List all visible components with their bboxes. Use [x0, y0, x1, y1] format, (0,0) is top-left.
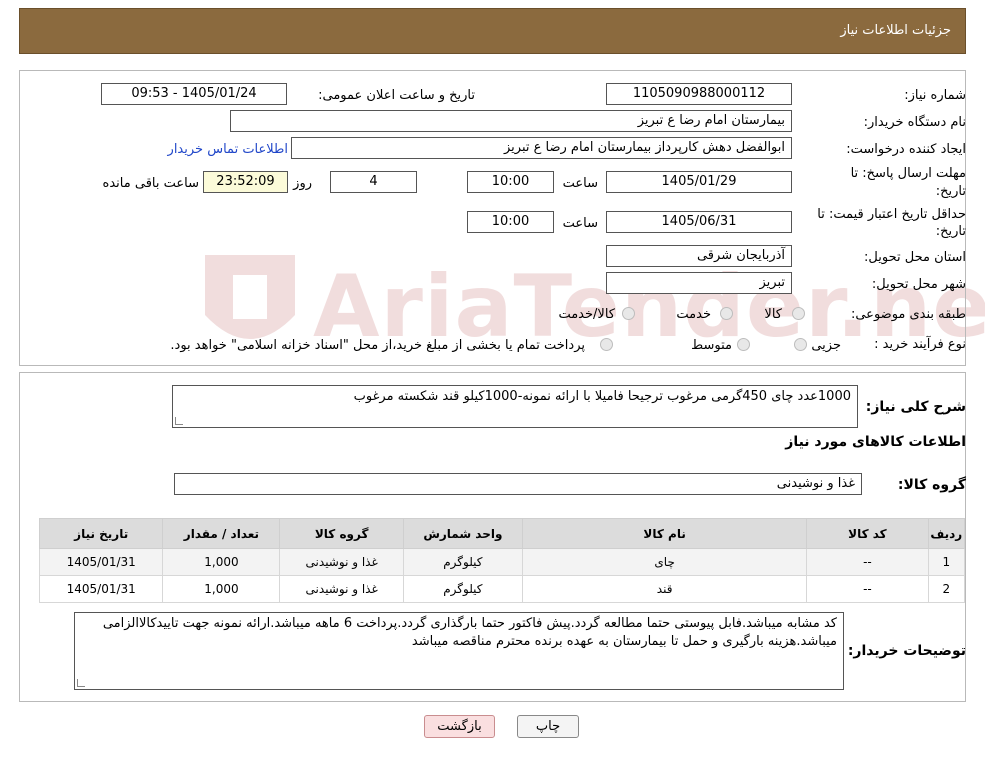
col-unit: واحد شمارش	[402, 518, 523, 549]
days-field[interactable]: 4	[330, 171, 417, 193]
col-need-date: تاریخ نیاز	[38, 518, 164, 549]
category-option-service: خدمت	[676, 307, 711, 322]
buyer-notes-label: توضیحات خریدار:	[847, 643, 966, 659]
category-radio-goods[interactable]	[792, 307, 805, 320]
need-number-field[interactable]: 1105090988000112	[606, 83, 792, 105]
deadline-date-field[interactable]: 1405/01/29	[606, 171, 792, 193]
validity-date-field[interactable]: 1405/06/31	[606, 211, 792, 233]
back-button[interactable]: بازگشت	[424, 715, 495, 738]
cell-goods-code: --	[806, 548, 929, 576]
col-row-number: ردیف	[927, 518, 966, 549]
category-option-goods: کالا	[764, 307, 782, 322]
contact-buyer-link[interactable]: اطلاعات تماس خریدار	[168, 142, 288, 157]
remaining-time-label: ساعت باقی مانده	[102, 176, 199, 191]
goods-table: ردیف کد کالا نام کالا واحد شمارش گروه کا…	[38, 518, 966, 603]
buyer-org-field[interactable]: بیمارستان امام رضا ع تبریز	[230, 110, 792, 132]
col-quantity: تعداد / مقدار	[162, 518, 281, 549]
cell-quantity: 1,000	[162, 548, 281, 576]
cell-need-date: 1405/01/31	[38, 575, 164, 603]
cell-goods-group: غذا و نوشیدنی	[279, 575, 404, 603]
process-note: پرداخت تمام یا بخشی از مبلغ خرید،از محل …	[170, 338, 585, 353]
need-summary-label: شرح کلی نیاز:	[865, 399, 966, 415]
validity-time-label: ساعت	[562, 216, 598, 231]
process-label: نوع فرآیند خرید :	[874, 337, 966, 352]
validity-label-date: تاریخ:	[935, 224, 966, 239]
need-summary-textarea[interactable]: 1000عدد چای 450گرمی مرغوب ترجیحا فامیلا …	[172, 385, 858, 428]
requester-label: ایجاد کننده درخواست:	[846, 142, 966, 157]
province-field[interactable]: آذربایجان شرقی	[606, 245, 792, 267]
print-button[interactable]: چاپ	[517, 715, 579, 738]
category-radio-goods-service[interactable]	[622, 307, 635, 320]
page-title: جزئیات اطلاعات نیاز	[840, 23, 951, 38]
table-row[interactable]: 2 -- قند کیلوگرم غذا و نوشیدنی 1,000 140…	[38, 575, 966, 603]
goods-group-field[interactable]: غذا و نوشیدنی	[174, 473, 862, 495]
cell-unit: کیلوگرم	[402, 548, 523, 576]
cell-row-number: 1	[927, 548, 966, 576]
resize-grip-icon[interactable]	[77, 679, 85, 687]
buyer-org-label: نام دستگاه خریدار:	[863, 115, 966, 130]
deadline-label-date: تاریخ:	[935, 184, 966, 199]
process-radio-minor[interactable]	[794, 338, 807, 351]
cell-need-date: 1405/01/31	[38, 548, 164, 576]
deadline-time-label: ساعت	[562, 176, 598, 191]
city-field[interactable]: تبریز	[606, 272, 792, 294]
process-checkbox-treasury[interactable]	[600, 338, 613, 351]
table-row[interactable]: 1 -- چای کیلوگرم غذا و نوشیدنی 1,000 140…	[38, 548, 966, 576]
process-option-medium: متوسط	[691, 338, 732, 353]
buyer-notes-text: کد مشابه میباشد.فابل پیوستی حتما مطالعه …	[102, 616, 837, 649]
deadline-time-field[interactable]: 10:00	[467, 171, 554, 193]
deadline-label: مهلت ارسال پاسخ: تا	[850, 166, 966, 181]
cell-row-number: 2	[927, 575, 966, 603]
process-radio-medium[interactable]	[737, 338, 750, 351]
requester-field[interactable]: ابوالفضل دهش کارپرداز بیمارستان امام رضا…	[291, 137, 792, 159]
table-header-row: ردیف کد کالا نام کالا واحد شمارش گروه کا…	[38, 518, 966, 549]
cell-unit: کیلوگرم	[402, 575, 523, 603]
col-goods-code: کد کالا	[806, 518, 929, 549]
cell-goods-name: چای	[521, 548, 808, 576]
need-number-label: شماره نیاز:	[904, 88, 966, 103]
goods-info-title: اطلاعات کالاهای مورد نیاز	[785, 434, 966, 450]
need-summary-text: 1000عدد چای 450گرمی مرغوب ترجیحا فامیلا …	[353, 389, 851, 404]
city-label: شهر محل تحویل:	[871, 277, 966, 292]
validity-time-field[interactable]: 10:00	[467, 211, 554, 233]
announce-label: تاریخ و ساعت اعلان عمومی:	[318, 88, 475, 103]
validity-label: حداقل تاریخ اعتبار قیمت: تا	[817, 207, 966, 222]
page-header: جزئیات اطلاعات نیاز	[19, 8, 966, 54]
cell-goods-code: --	[806, 575, 929, 603]
province-label: استان محل تحویل:	[864, 250, 966, 265]
cell-quantity: 1,000	[162, 575, 281, 603]
buyer-notes-textarea[interactable]: کد مشابه میباشد.فابل پیوستی حتما مطالعه …	[74, 612, 844, 690]
remaining-time-field: 23:52:09	[203, 171, 288, 193]
goods-group-label: گروه کالا:	[897, 477, 966, 493]
category-radio-service[interactable]	[720, 307, 733, 320]
category-option-goods-service: کالا/خدمت	[558, 307, 615, 322]
category-label: طبقه بندی موضوعی:	[850, 307, 966, 322]
resize-grip-icon[interactable]	[175, 417, 183, 425]
cell-goods-group: غذا و نوشیدنی	[279, 548, 404, 576]
announce-datetime-field[interactable]: 1405/01/24 - 09:53	[101, 83, 287, 105]
cell-goods-name: قند	[521, 575, 808, 603]
col-goods-name: نام کالا	[521, 518, 808, 549]
col-goods-group: گروه کالا	[279, 518, 404, 549]
process-option-minor: جزیی	[811, 338, 841, 353]
